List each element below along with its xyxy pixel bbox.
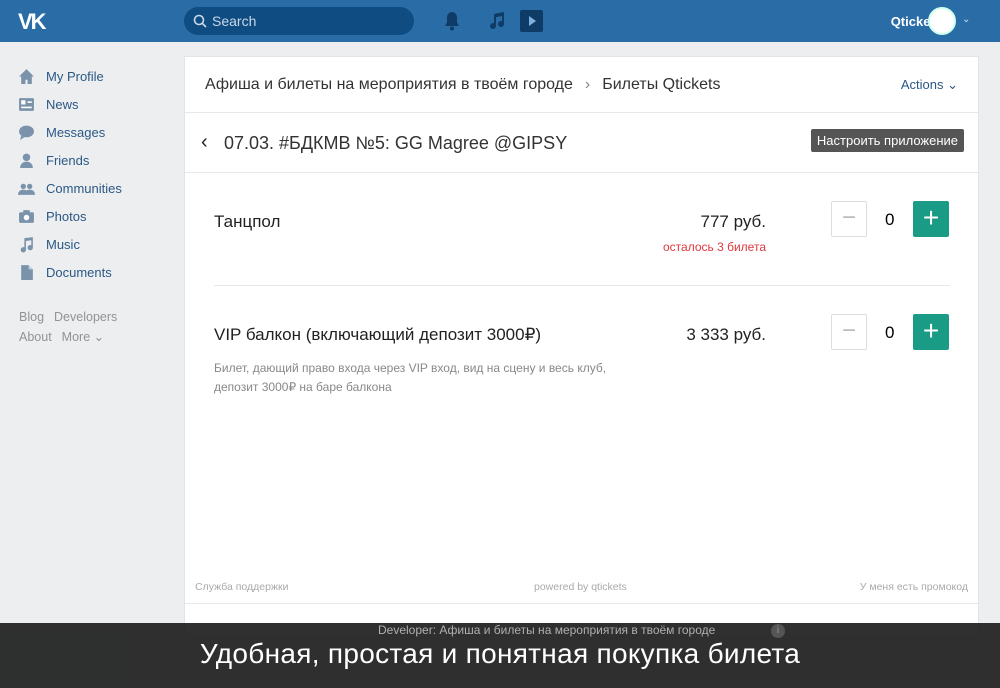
developer-info[interactable]: Developer: Афиша и билеты на мероприятия… (378, 623, 715, 637)
communities-icon (18, 183, 35, 195)
chevron-down-icon[interactable]: ⌄ (962, 14, 970, 25)
breadcrumb-current: Билеты Qtickets (602, 76, 721, 93)
chevron-right-icon: › (584, 76, 591, 93)
sidebar-item-friends[interactable]: Friends (18, 146, 122, 174)
increase-button[interactable]: + (913, 201, 949, 237)
configure-app-button[interactable]: Настроить приложение (810, 129, 964, 152)
avatar[interactable] (928, 7, 956, 35)
top-bar: VK Search Qtickets ⌄ (0, 0, 1000, 42)
actions-menu[interactable]: Actions ⌄ (901, 77, 958, 93)
messages-icon (19, 125, 34, 140)
tickets-remaining: осталось 3 билета (662, 240, 766, 254)
breadcrumb: Афиша и билеты на мероприятия в твоём го… (185, 57, 978, 113)
ticket-price: 777 руб. (700, 212, 766, 231)
decrease-button[interactable]: − (831, 314, 867, 350)
ticket-price: 3 333 руб. (686, 325, 766, 344)
sidebar-item-my-profile[interactable]: My Profile (18, 62, 122, 90)
document-icon (21, 264, 33, 280)
powered-by-link[interactable]: powered by qtickets (534, 581, 627, 593)
sidebar-item-news[interactable]: News (18, 90, 122, 118)
link-developers[interactable]: Developers (54, 310, 117, 324)
event-header: ‹ 07.03. #БДКМВ №5: GG Magree @GIPSY Нас… (185, 113, 978, 173)
quantity-value: 0 (885, 210, 895, 229)
promo-code-link[interactable]: У меня есть промокод (860, 581, 968, 593)
link-more[interactable]: More ⌄ (62, 330, 104, 344)
vk-logo[interactable]: VK (18, 9, 47, 35)
decrease-button[interactable]: − (831, 201, 867, 237)
sidebar-item-communities[interactable]: Communities (18, 174, 122, 202)
divider (185, 603, 980, 604)
search-input[interactable]: Search (184, 7, 414, 35)
quantity-value: 0 (885, 323, 895, 342)
back-arrow-icon[interactable]: ‹ (201, 131, 208, 154)
app-panel: Афиша и билеты на мероприятия в твоём го… (184, 56, 980, 636)
info-icon[interactable]: i (771, 624, 785, 638)
link-blog[interactable]: Blog (19, 310, 44, 324)
sidebar: My Profile News Messages Friends Communi… (18, 62, 122, 286)
news-icon (19, 97, 34, 111)
sidebar-item-documents[interactable]: Documents (18, 258, 122, 286)
music-icon[interactable] (488, 11, 506, 31)
music-icon (20, 236, 33, 252)
friends-icon (20, 153, 33, 168)
bell-icon[interactable] (443, 11, 461, 31)
link-about[interactable]: About (19, 330, 52, 344)
ticket-name: Танцпол (214, 212, 281, 231)
increase-button[interactable]: + (913, 314, 949, 350)
sidebar-item-photos[interactable]: Photos (18, 202, 122, 230)
sidebar-item-messages[interactable]: Messages (18, 118, 122, 146)
breadcrumb-app[interactable]: Афиша и билеты на мероприятия в твоём го… (205, 76, 573, 93)
sidebar-item-music[interactable]: Music (18, 230, 122, 258)
camera-icon (19, 209, 34, 223)
search-placeholder: Search (212, 13, 257, 29)
ticket-description: Билет, дающий право входа через VIP вход… (214, 361, 607, 394)
event-title: 07.03. #БДКМВ №5: GG Magree @GIPSY (224, 133, 568, 153)
sidebar-footer-links: Blog Developers About More ⌄ (19, 307, 127, 347)
search-icon (193, 14, 207, 28)
ticket-name: VIP балкон (включающий депозит 3000₽) (214, 325, 542, 344)
caption-text: Удобная, простая и понятная покупка биле… (199, 638, 801, 669)
video-icon[interactable] (520, 10, 543, 32)
support-link[interactable]: Служба поддержки (195, 581, 288, 593)
home-icon (19, 68, 34, 84)
divider (214, 285, 950, 286)
